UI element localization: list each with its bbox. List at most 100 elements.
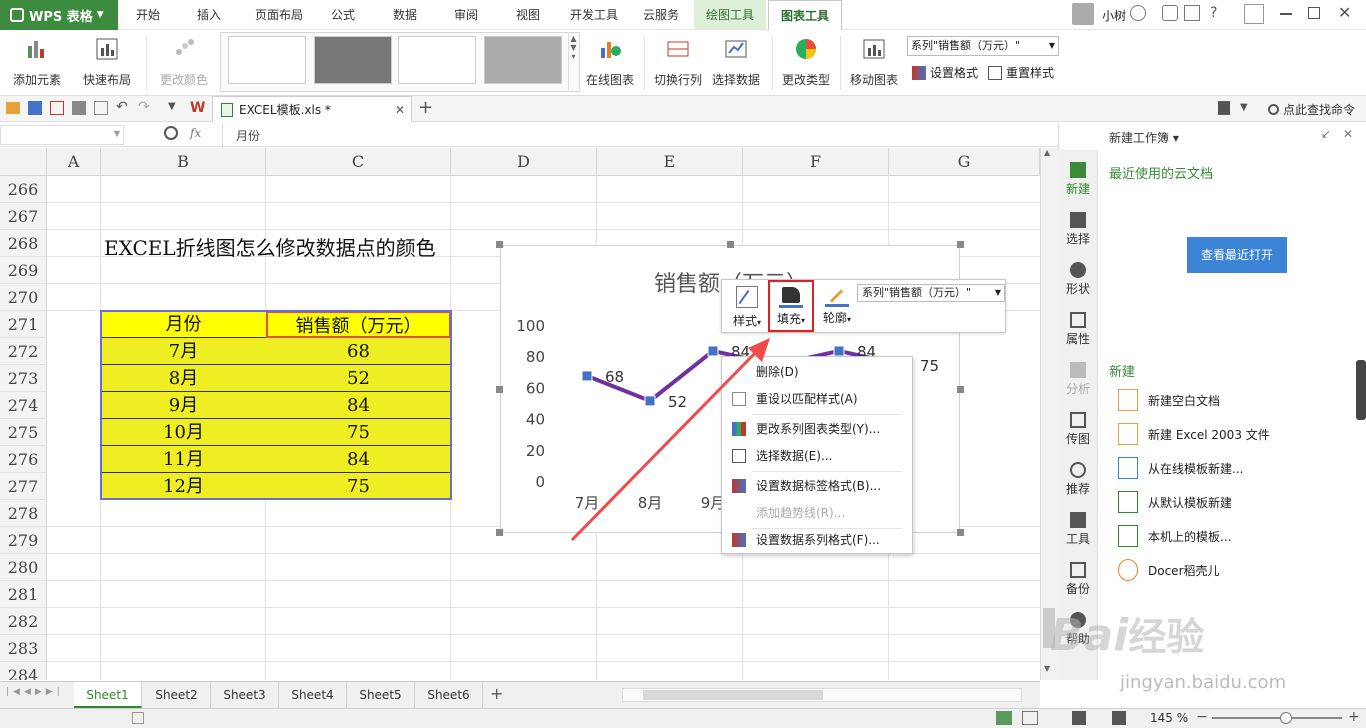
d-icon[interactable] bbox=[1218, 101, 1230, 115]
new-blank-doc[interactable]: 新建空白文档 bbox=[1118, 387, 1220, 413]
add-sheet-button[interactable]: + bbox=[490, 684, 503, 703]
new-excel-2003[interactable]: 新建 Excel 2003 文件 bbox=[1118, 421, 1270, 447]
local-templates[interactable]: 本机上的模板... bbox=[1118, 523, 1231, 549]
table-cell-month[interactable]: 7月 bbox=[101, 338, 266, 365]
pdf-icon[interactable] bbox=[50, 101, 64, 115]
macro-icon[interactable] bbox=[132, 712, 144, 724]
row-header[interactable]: 281 bbox=[0, 581, 47, 608]
open-icon[interactable] bbox=[6, 102, 20, 114]
resize-handle[interactable] bbox=[957, 529, 964, 536]
save-icon[interactable] bbox=[28, 101, 42, 115]
docer-link[interactable]: Docer稻壳儿 bbox=[1118, 557, 1220, 583]
row-header[interactable]: 280 bbox=[0, 554, 47, 581]
sheet-tab[interactable]: Sheet1 bbox=[74, 682, 142, 708]
new-from-default-template[interactable]: 从默认模板新建 bbox=[1118, 489, 1232, 515]
row-header[interactable]: 278 bbox=[0, 500, 47, 527]
print-icon[interactable] bbox=[72, 101, 86, 115]
resize-handle[interactable] bbox=[496, 529, 503, 536]
chart-style-thumb-4[interactable] bbox=[484, 36, 562, 84]
switch-row-col-button[interactable]: 切换行列 bbox=[650, 34, 706, 90]
row-header[interactable]: 274 bbox=[0, 392, 47, 419]
row-header[interactable]: 277 bbox=[0, 473, 47, 500]
fill-button[interactable]: 填充▾ bbox=[768, 280, 814, 332]
new-from-online-template[interactable]: 从在线模板新建... bbox=[1118, 455, 1243, 481]
zoom-icon[interactable] bbox=[164, 126, 178, 140]
sheet-tab[interactable]: Sheet5 bbox=[347, 682, 415, 708]
redo-icon[interactable]: ↷ bbox=[138, 99, 150, 115]
outline-button[interactable]: 轮廓▾ bbox=[816, 282, 858, 330]
style-button[interactable]: 样式▾ bbox=[726, 282, 768, 330]
chart-style-thumb-3[interactable] bbox=[398, 36, 476, 84]
column-header[interactable]: B bbox=[101, 148, 266, 176]
avatar[interactable] bbox=[1072, 3, 1094, 25]
tab-insert[interactable]: 插入 bbox=[180, 0, 238, 30]
series-select[interactable]: 系列"销售额（万元）" ▼ bbox=[907, 36, 1059, 56]
table-header-sales[interactable]: 销售额（万元） bbox=[266, 311, 451, 338]
set-format-button[interactable]: 设置格式 bbox=[912, 64, 978, 81]
hscroll-thumb[interactable] bbox=[643, 690, 823, 700]
resize-handle[interactable] bbox=[496, 386, 503, 393]
zoom-out-icon[interactable]: − bbox=[1196, 709, 1208, 725]
chart-style-thumb-1[interactable] bbox=[228, 36, 306, 84]
zoom-in-icon[interactable]: + bbox=[1348, 709, 1360, 725]
sidebar-item-shape[interactable]: 形状 bbox=[1058, 262, 1098, 297]
tab-formula[interactable]: 公式 bbox=[318, 0, 368, 30]
row-header[interactable]: 276 bbox=[0, 446, 47, 473]
side-handle[interactable] bbox=[1356, 360, 1366, 420]
zoom-level[interactable]: 145 % bbox=[1150, 711, 1188, 725]
column-header[interactable]: A bbox=[47, 148, 101, 176]
change-color-button[interactable]: 更改颜色 bbox=[152, 34, 216, 90]
reading-mode-icon[interactable] bbox=[1072, 711, 1086, 725]
minimize-icon[interactable] bbox=[1280, 13, 1292, 15]
resize-handle[interactable] bbox=[957, 241, 964, 248]
row-header[interactable]: 283 bbox=[0, 635, 47, 662]
mini-series-select[interactable]: 系列"销售额（万元）" ▼ bbox=[857, 284, 1005, 302]
new-tab-button[interactable]: + bbox=[418, 97, 433, 118]
row-header[interactable]: 269 bbox=[0, 257, 47, 284]
normal-view-icon[interactable] bbox=[996, 711, 1012, 725]
tab-review[interactable]: 审阅 bbox=[440, 0, 492, 30]
close-tab-icon[interactable]: ✕ bbox=[395, 103, 405, 117]
table-cell-month[interactable]: 10月 bbox=[101, 419, 266, 446]
row-header[interactable]: 270 bbox=[0, 284, 47, 311]
app-menu-button[interactable]: WPS 表格 ▼ bbox=[0, 0, 118, 30]
document-tab[interactable]: EXCEL模板.xls * ✕ bbox=[212, 96, 412, 122]
sidebar-item-select[interactable]: 选择 bbox=[1058, 212, 1098, 247]
maximize-icon[interactable] bbox=[1308, 7, 1320, 19]
page-view-icon[interactable] bbox=[1022, 711, 1038, 725]
row-header[interactable]: 267 bbox=[0, 203, 47, 230]
sidebar-item-new[interactable]: 新建 bbox=[1058, 162, 1098, 197]
sidebar-item-analysis[interactable]: 分析 bbox=[1058, 362, 1098, 397]
zoom-slider[interactable] bbox=[1212, 717, 1342, 719]
gallery-scroll[interactable]: ▲ ▼ ▾ bbox=[568, 34, 578, 90]
table-cell-month[interactable]: 12月 bbox=[101, 473, 266, 500]
sheet-tab[interactable]: Sheet2 bbox=[143, 682, 211, 708]
tab-view[interactable]: 视图 bbox=[502, 0, 554, 30]
sidebar-item-recommend[interactable]: 推荐 bbox=[1058, 462, 1098, 497]
tab-cloud[interactable]: 云服务 bbox=[632, 0, 690, 30]
select-data-button[interactable]: 选择数据 bbox=[708, 34, 764, 90]
column-header[interactable]: C bbox=[266, 148, 451, 176]
help-icon[interactable]: ? bbox=[1210, 5, 1217, 21]
skin-icon[interactable] bbox=[1130, 5, 1146, 21]
table-cell-sales[interactable]: 84 bbox=[266, 446, 451, 473]
resize-handle[interactable] bbox=[957, 386, 964, 393]
online-chart-button[interactable]: 在线图表 bbox=[582, 34, 638, 90]
zoom-slider-knob[interactable] bbox=[1280, 712, 1292, 724]
tab-developer[interactable]: 开发工具 bbox=[560, 0, 628, 30]
table-header-month[interactable]: 月份 bbox=[101, 311, 266, 338]
add-element-button[interactable]: 添加元素 bbox=[4, 34, 70, 90]
quick-layout-button[interactable]: 快速布局 bbox=[74, 34, 140, 90]
eye-protect-icon[interactable] bbox=[1112, 711, 1126, 725]
sheet-nav-arrows[interactable]: |◀◀▶▶| bbox=[6, 687, 64, 697]
close-icon[interactable]: ✕ bbox=[1338, 3, 1351, 22]
name-box[interactable]: ▼ bbox=[0, 125, 124, 145]
data-point[interactable] bbox=[833, 345, 845, 357]
select-all-corner[interactable] bbox=[0, 148, 47, 176]
row-header[interactable]: 266 bbox=[0, 176, 47, 203]
table-cell-month[interactable]: 9月 bbox=[101, 392, 266, 419]
preview-icon[interactable] bbox=[94, 101, 108, 115]
row-header[interactable]: 275 bbox=[0, 419, 47, 446]
tab-drawing-tools[interactable]: 绘图工具 bbox=[694, 0, 766, 30]
sidebar-item-backup[interactable]: 备份 bbox=[1058, 562, 1098, 597]
